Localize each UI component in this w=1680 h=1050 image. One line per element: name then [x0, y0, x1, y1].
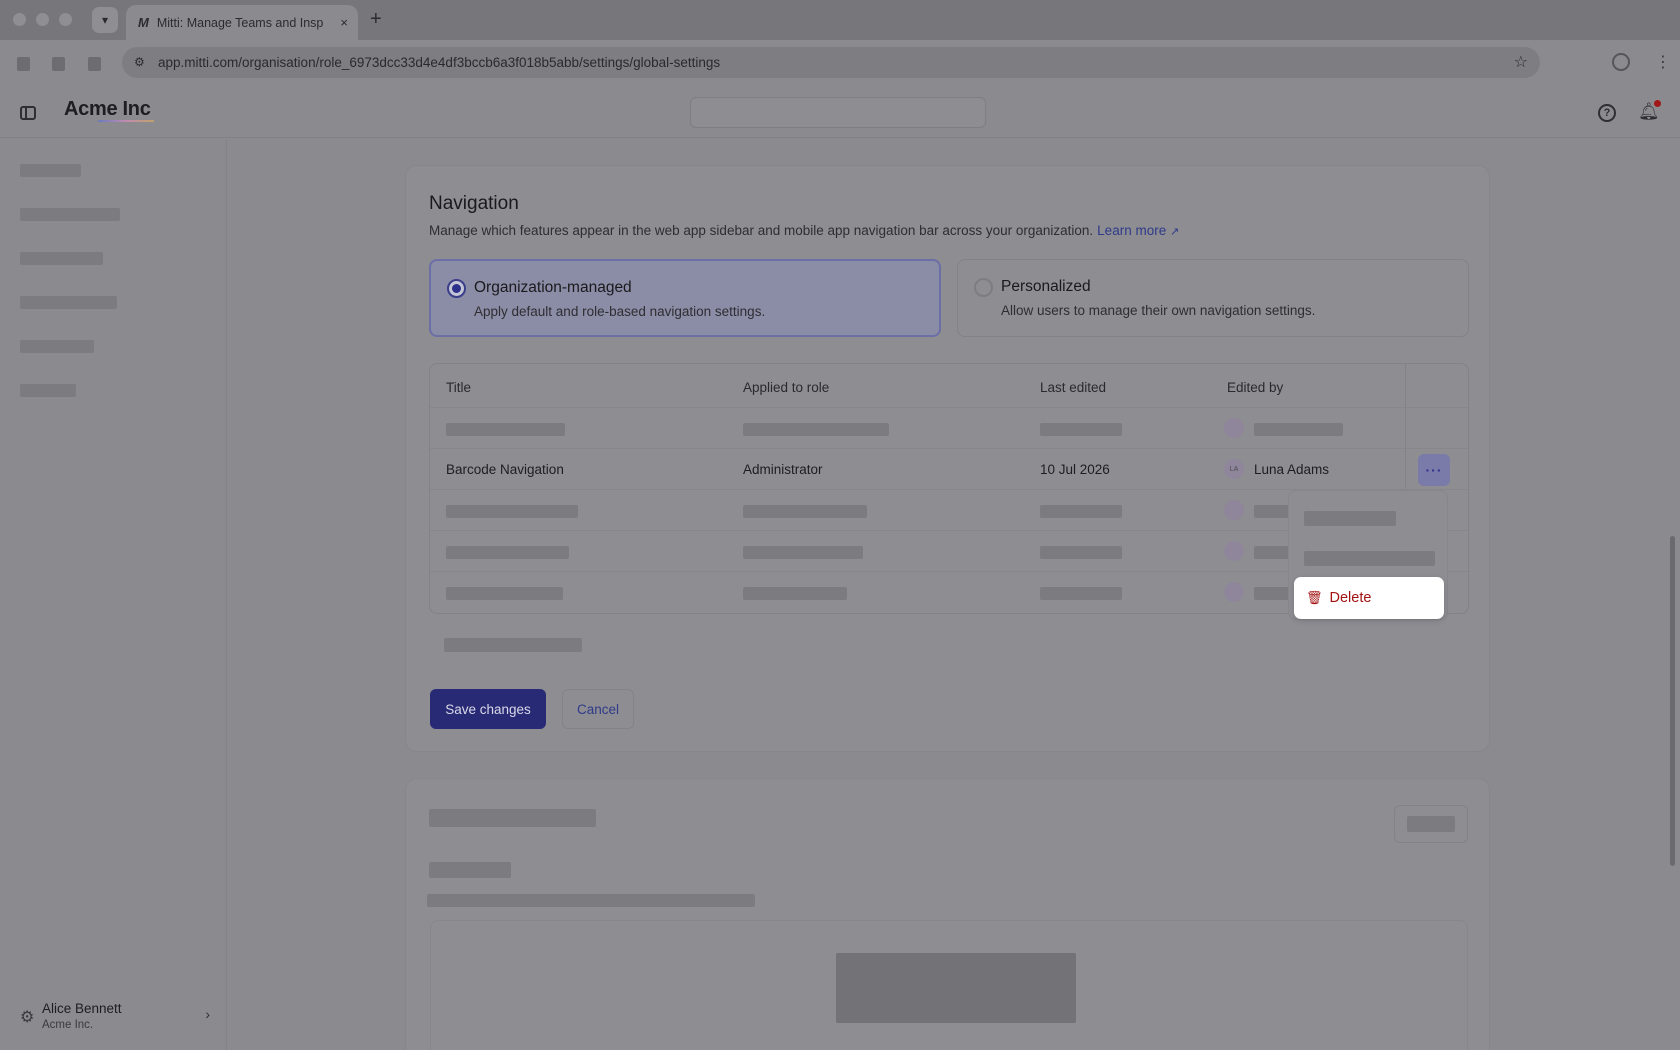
avatar — [1224, 582, 1244, 602]
column-header-last-edited[interactable]: Last edited — [1040, 380, 1106, 395]
learn-more-label: Learn more — [1097, 223, 1167, 238]
chevron-right-icon: › — [205, 1006, 210, 1022]
skeleton-bar — [743, 505, 867, 518]
secondary-settings-card — [405, 778, 1490, 1050]
row-title: Barcode Navigation — [446, 462, 564, 477]
brand-logo[interactable]: Acme Inc — [64, 98, 151, 121]
trash-icon: 🗑︎ — [1306, 590, 1323, 605]
user-name: Alice Bennett — [42, 1001, 122, 1016]
sidebar-item-skeleton — [20, 340, 94, 353]
option-label: Personalized — [1001, 278, 1091, 295]
card-subtitle-skeleton — [429, 862, 511, 878]
profile-icon[interactable] — [1612, 53, 1630, 71]
sidebar-item-skeleton — [20, 252, 103, 265]
help-icon[interactable]: ? — [1598, 104, 1616, 122]
reload-icon[interactable] — [88, 57, 101, 71]
row-last-edited: 10 Jul 2026 — [1040, 462, 1110, 477]
avatar — [1224, 500, 1244, 520]
skeleton-bar — [1040, 505, 1122, 518]
avatar — [1224, 541, 1244, 561]
column-header-edited-by[interactable]: Edited by — [1227, 380, 1283, 395]
favicon-icon: M — [138, 15, 149, 30]
address-url[interactable]: app.mitti.com/organisation/role_6973dcc3… — [158, 55, 720, 70]
sidebar-toggle-icon[interactable] — [20, 106, 36, 120]
app-header: Acme Inc ? 🔔︎ — [0, 86, 1680, 138]
notification-dot — [1654, 100, 1661, 107]
skeleton-bar — [446, 423, 565, 436]
option-organization-managed[interactable]: Organization-managed Apply default and r… — [429, 259, 941, 337]
tab-search-chevron-icon[interactable]: ▾ — [92, 7, 118, 33]
section-description: Manage which features appear in the web … — [429, 223, 1179, 238]
skeleton-bar — [1040, 587, 1122, 600]
row-more-button[interactable]: ··· — [1418, 454, 1450, 486]
avatar: LA — [1224, 459, 1244, 479]
back-icon[interactable] — [17, 57, 30, 71]
description-text: Manage which features appear in the web … — [429, 223, 1094, 238]
sidebar-item-skeleton — [20, 164, 81, 177]
save-changes-button[interactable]: Save changes — [430, 689, 546, 729]
user-menu[interactable]: ⚙ Alice Bennett Acme Inc. › — [20, 1000, 210, 1036]
address-bar[interactable]: ⚙ app.mitti.com/organisation/role_6973dc… — [122, 47, 1540, 78]
section-title: Navigation — [429, 193, 519, 214]
card-action-button[interactable] — [1394, 805, 1468, 843]
delete-label: Delete — [1329, 590, 1372, 606]
external-link-icon: ↗ — [1169, 226, 1180, 238]
add-item-skeleton — [444, 638, 582, 652]
row-edited-by: Luna Adams — [1254, 462, 1330, 477]
sidebar-item-skeleton — [20, 208, 120, 221]
search-input[interactable] — [690, 97, 986, 128]
radio-selected[interactable] — [447, 279, 466, 298]
window-minimize-control[interactable] — [36, 13, 49, 26]
card-placeholder-block — [836, 953, 1076, 1023]
skeleton-bar — [446, 546, 569, 559]
table-row[interactable] — [430, 407, 1468, 448]
cancel-button[interactable]: Cancel — [562, 689, 634, 729]
option-label: Organization-managed — [474, 279, 632, 296]
skeleton-bar — [743, 546, 863, 559]
skeleton-bar — [1040, 546, 1122, 559]
column-header-title[interactable]: Title — [446, 380, 471, 395]
card-description-skeleton — [427, 894, 755, 907]
row-actions-menu: 🗑︎ Delete — [1288, 490, 1448, 620]
skeleton-bar — [446, 587, 563, 600]
window-close-control[interactable] — [13, 13, 26, 26]
option-description: Apply default and role-based navigation … — [474, 304, 766, 319]
browser-tab-bar: ▾ M Mitti: Manage Teams and Insp × + — [0, 0, 1680, 40]
row-role: Administrator — [743, 462, 823, 477]
sidebar-item-skeleton — [20, 296, 117, 309]
skeleton-bar — [743, 587, 847, 600]
tab-title: Mitti: Manage Teams and Insp — [156, 15, 324, 30]
menu-item-skeleton[interactable] — [1304, 551, 1435, 566]
menu-item-skeleton[interactable] — [1304, 511, 1396, 526]
browser-menu-icon[interactable]: ⋮ — [1655, 52, 1671, 72]
skeleton-bar — [1040, 423, 1122, 436]
browser-tab-active[interactable]: M Mitti: Manage Teams and Insp × — [126, 5, 358, 40]
learn-more-link[interactable]: Learn more ↗ — [1097, 223, 1179, 238]
forward-icon[interactable] — [52, 57, 65, 71]
navigation-card: Navigation Manage which features appear … — [405, 165, 1490, 752]
browser-toolbar: ⚙ app.mitti.com/organisation/role_6973dc… — [0, 40, 1680, 86]
avatar — [1224, 418, 1244, 438]
skeleton-bar — [743, 423, 889, 436]
sidebar-item-skeleton — [20, 384, 76, 397]
table-row[interactable]: Barcode Navigation Administrator 10 Jul … — [430, 448, 1468, 489]
user-org: Acme Inc. — [42, 1019, 94, 1031]
card-title-skeleton — [429, 809, 596, 827]
page-scrollbar[interactable] — [1670, 536, 1675, 866]
tab-close-icon[interactable]: × — [340, 15, 348, 30]
skeleton-bar — [1254, 423, 1343, 436]
radio-unselected[interactable] — [974, 278, 993, 297]
new-tab-icon[interactable]: + — [370, 8, 382, 31]
skeleton-bar — [446, 505, 578, 518]
column-header-role[interactable]: Applied to role — [743, 380, 829, 395]
brand-underline — [98, 120, 154, 122]
window-zoom-control[interactable] — [59, 13, 72, 26]
gear-icon: ⚙ — [20, 1009, 35, 1026]
sidebar — [0, 139, 227, 1050]
option-description: Allow users to manage their own navigati… — [1001, 303, 1316, 318]
bookmark-star-icon[interactable]: ☆ — [1514, 52, 1528, 72]
site-settings-icon[interactable]: ⚙ — [134, 55, 145, 69]
option-personalized[interactable]: Personalized Allow users to manage their… — [957, 259, 1469, 337]
delete-menu-item[interactable]: 🗑︎ Delete — [1294, 577, 1444, 619]
